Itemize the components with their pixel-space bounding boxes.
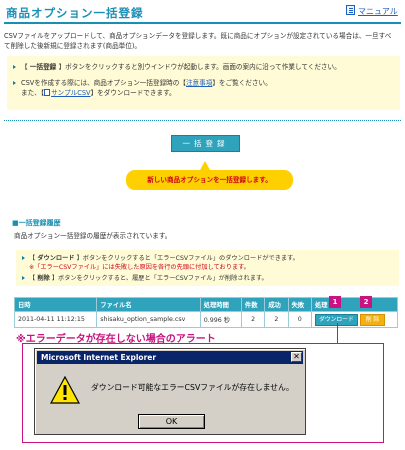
notice-box: 【 一括登録 】ボタンをクリックすると別ウインドウが起動します。画面の案内に沿っ… [7,56,400,110]
bullet-arrow-icon [22,276,25,280]
note-1-text: 】ボタンをクリックすると「エラーCSVファイル」のダウンロードができます。 [76,255,299,262]
history-description: 商品オプション一括登録の履歴が表示されています。 [14,232,172,240]
callout-tail [200,161,210,170]
badge-2: 2 [360,296,372,308]
column-header-success: 成功 [264,297,289,312]
manual-book-icon[interactable] [346,5,355,15]
notice-item-3: また、【 サンプルCSV】をダウンロードできます。 [21,89,176,98]
column-header-count: 件数 [240,297,266,312]
column-header-filename: ファイル名 [96,297,201,312]
csv-file-icon [44,89,51,96]
bulk-register-callout: 新しい商品オプションを一括登録します。 [126,170,293,190]
table-row: 2011-04-11 11:12:15 shisaku_option_sampl… [13,311,399,328]
warning-icon [50,376,80,404]
intro-text-line-2: て削除した後新規に登録されます(商品単位)。 [4,42,142,50]
download-keyword: ダウンロード [35,255,77,262]
column-header-action: 処理 [310,297,399,312]
cell-filename: shisaku_option_sample.csv [96,311,201,328]
cell-datetime: 2011-04-11 11:12:15 [13,311,98,328]
bulk-register-button[interactable]: 一括登録 [171,135,240,152]
notice-item-1-text: 】ボタンをクリックすると別ウインドウが起動します。画面の案内に沿って作業してくだ… [58,63,341,71]
history-note-2: 【 削除 】ボタンをクリックすると、履歴と「エラーCSVファイル」が削除されます… [29,274,268,283]
alert-dialog: Microsoft Internet Explorer ✕ ダウンロード可能なエ… [34,348,306,435]
note-2-text: 】ボタンをクリックすると、履歴と「エラーCSVファイル」が削除されます。 [51,275,268,282]
manual-link[interactable]: マニュアル [358,6,398,17]
annotation-leader-line [337,323,338,343]
dialog-message: ダウンロード可能なエラーCSVファイルが存在しません。 [91,383,294,392]
bullet-arrow-icon [13,81,16,85]
badge-1: 1 [329,296,341,308]
delete-button[interactable]: 削 除 [359,313,386,326]
bracket-open: 【 [21,63,28,71]
sample-csv-link[interactable]: サンプルCSV [51,89,90,97]
dialog-titlebar[interactable]: Microsoft Internet Explorer ✕ [37,351,303,364]
bulk-register-keyword: 一括登録 [27,63,59,71]
bullet-arrow-icon [22,256,25,260]
dialog-close-button[interactable]: ✕ [291,352,302,362]
notice-item-3-prefix: また、【 [21,89,45,97]
intro-text-line-1: CSVファイルをアップロードして、商品オプションデータを登録します。既に商品にオ… [4,32,392,40]
column-header-duration: 処理時間 [199,297,242,312]
notice-item-1: 【 一括登録 】ボタンをクリックすると別ウインドウが起動します。画面の案内に沿っ… [21,63,341,72]
cell-actions: ダウンロード 削 除 [310,311,399,328]
notice-item-3-suffix: 】をダウンロードできます。 [90,89,176,97]
cell-success: 2 [264,311,289,328]
title-divider [4,22,401,24]
history-note-1: 【 ダウンロード 】ボタンをクリックすると「エラーCSVファイル」のダウンロード… [29,254,299,263]
ok-button[interactable]: OK [138,414,205,429]
notice-item-2-prefix: CSVを作成する際には、商品オプション一括登録時の【 [21,79,186,87]
page-title: 商品オプション一括登録 [6,6,144,20]
column-header-failure: 失敗 [287,297,312,312]
column-header-datetime: 日時 [13,297,98,312]
history-heading: ■一括登録履歴 [12,219,61,227]
dialog-title: Microsoft Internet Explorer [41,353,157,362]
cell-count: 2 [240,311,266,328]
cell-duration: 0.996 秒 [199,311,242,328]
history-note-box: 【 ダウンロード 】ボタンをクリックすると「エラーCSVファイル」のダウンロード… [16,250,399,286]
bullet-arrow-icon [13,65,16,69]
notice-item-2-suffix: 】をご覧ください。 [212,79,272,87]
notes-link[interactable]: 注意事項 [186,79,212,87]
history-note-1-sub: ※「エラーCSVファイル」には失敗した原因を各行の先頭に付加しております。 [29,264,250,271]
notice-item-2: CSVを作成する際には、商品オプション一括登録時の【注意事項】をご覧ください。 [21,79,272,88]
cell-failure: 0 [287,311,312,328]
section-divider [4,120,401,121]
delete-keyword: 削除 [35,275,52,282]
